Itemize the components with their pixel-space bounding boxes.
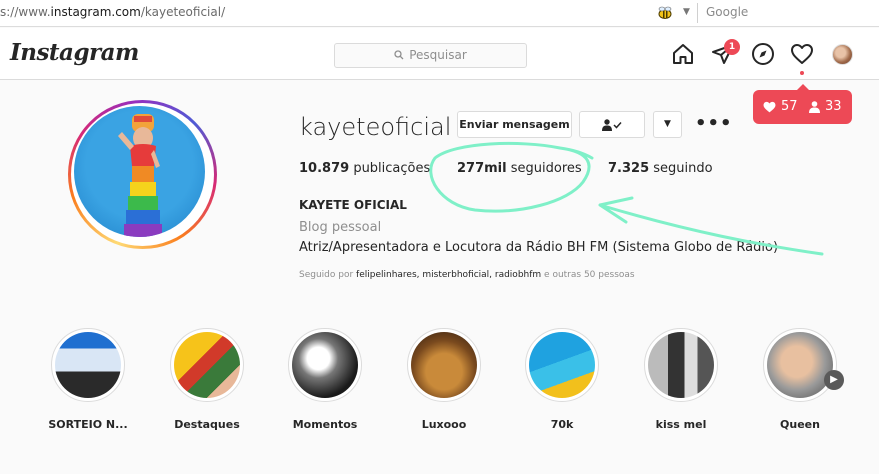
highlight-cover-ring bbox=[170, 328, 244, 402]
highlight-cover bbox=[174, 332, 240, 398]
highlight-item[interactable]: kiss mel bbox=[636, 328, 726, 431]
profile-picture-story-ring[interactable] bbox=[68, 100, 217, 249]
highlight-item[interactable]: Momentos bbox=[280, 328, 370, 431]
highlight-cover-ring bbox=[763, 328, 837, 402]
send-message-button[interactable]: Enviar mensagem bbox=[457, 111, 572, 138]
activity-popup[interactable]: 57 33 bbox=[753, 84, 852, 124]
activity-dot bbox=[800, 71, 804, 75]
bee-extension-icon[interactable] bbox=[657, 5, 673, 21]
followed-by-text[interactable]: Seguido por felipelinhares, misterbhofic… bbox=[299, 270, 635, 280]
highlight-item[interactable]: Luxooo bbox=[399, 328, 489, 431]
highlight-cover bbox=[55, 332, 121, 398]
followers-count[interactable]: 277mil seguidores bbox=[457, 161, 582, 176]
url-host: instagram.com bbox=[50, 5, 141, 19]
browser-search-box[interactable]: Google bbox=[706, 5, 748, 19]
search-placeholder: Pesquisar bbox=[409, 48, 467, 62]
following-count[interactable]: 7.325 seguindo bbox=[608, 161, 713, 176]
following-button[interactable] bbox=[579, 111, 645, 138]
search-icon bbox=[394, 50, 404, 60]
highlight-item[interactable]: Destaques bbox=[162, 328, 252, 431]
highlight-label: Destaques bbox=[174, 418, 240, 431]
instagram-header: Instagram Pesquisar 1 bbox=[0, 28, 879, 80]
posts-value: 10.879 bbox=[299, 161, 350, 176]
highlight-cover-ring bbox=[525, 328, 599, 402]
direct-notification-badge: 1 bbox=[724, 39, 740, 55]
chevron-right-icon[interactable]: ▶ bbox=[824, 370, 844, 390]
person-icon bbox=[809, 100, 820, 113]
more-options-icon[interactable]: ••• bbox=[695, 113, 733, 134]
highlight-cover bbox=[767, 332, 833, 398]
person-check-icon bbox=[602, 119, 622, 131]
profile-username: kayeteoficial bbox=[299, 113, 452, 141]
highlight-cover bbox=[529, 332, 595, 398]
highlight-item[interactable]: SORTEIO N... bbox=[43, 328, 133, 431]
suggestions-dropdown-button[interactable]: ▼ bbox=[653, 111, 682, 138]
instagram-logo[interactable]: Instagram bbox=[10, 39, 139, 66]
highlight-cover bbox=[292, 332, 358, 398]
highlight-cover-ring bbox=[51, 328, 125, 402]
highlight-label: 70k bbox=[550, 418, 574, 431]
followers-value: 277mil bbox=[457, 161, 507, 176]
highlight-cover-ring bbox=[407, 328, 481, 402]
highlight-cover bbox=[411, 332, 477, 398]
browser-toolbar: s://www.instagram.com/kayeteoficial/ ▼ G… bbox=[0, 0, 879, 27]
likes-count: 57 bbox=[763, 99, 798, 114]
followed-by-accounts[interactable]: felipelinhares, misterbhoficial, radiobh… bbox=[356, 270, 541, 280]
profile-avatar[interactable] bbox=[832, 44, 853, 65]
profile-category: Blog pessoal bbox=[299, 220, 382, 235]
address-bar[interactable]: s://www.instagram.com/kayeteoficial/ bbox=[0, 5, 225, 19]
url-path: /kayeteoficial/ bbox=[140, 5, 226, 19]
highlight-cover-ring bbox=[644, 328, 718, 402]
follows-count: 33 bbox=[809, 99, 842, 114]
posts-count: 10.879 publicações bbox=[299, 161, 430, 176]
following-label: seguindo bbox=[653, 161, 713, 176]
highlight-label: Luxooo bbox=[421, 418, 467, 431]
highlight-label: SORTEIO N... bbox=[48, 418, 128, 431]
highlight-label: Queen bbox=[780, 418, 820, 431]
likes-value: 57 bbox=[781, 99, 798, 114]
posts-label: publicações bbox=[353, 161, 431, 176]
profile-bio: Atriz/Apresentadora e Locutora da Rádio … bbox=[299, 240, 779, 255]
heart-icon bbox=[763, 101, 776, 112]
highlight-label: Momentos bbox=[292, 418, 358, 431]
search-input[interactable]: Pesquisar bbox=[334, 43, 527, 68]
home-icon[interactable] bbox=[671, 42, 695, 66]
profile-photo-figure bbox=[118, 114, 162, 237]
highlight-item[interactable]: 70k bbox=[517, 328, 607, 431]
follows-value: 33 bbox=[825, 99, 842, 114]
profile-full-name: KAYETE OFICIAL bbox=[299, 198, 407, 212]
toolbar-divider bbox=[697, 3, 698, 23]
heart-activity-icon[interactable] bbox=[790, 42, 814, 66]
following-value: 7.325 bbox=[608, 161, 650, 176]
profile-picture bbox=[74, 106, 205, 237]
chevron-down-icon[interactable]: ▼ bbox=[683, 7, 690, 17]
highlight-label: kiss mel bbox=[655, 418, 707, 431]
explore-compass-icon[interactable] bbox=[751, 42, 775, 66]
highlight-cover-ring bbox=[288, 328, 362, 402]
url-prefix: s://www. bbox=[0, 5, 51, 19]
followed-by-prefix: Seguido por bbox=[299, 270, 354, 280]
highlight-cover bbox=[648, 332, 714, 398]
followers-label: seguidores bbox=[510, 161, 582, 176]
followed-by-suffix: e outras 50 pessoas bbox=[544, 270, 635, 280]
annotation-circle bbox=[429, 141, 594, 213]
caret-down-icon: ▼ bbox=[664, 119, 671, 129]
